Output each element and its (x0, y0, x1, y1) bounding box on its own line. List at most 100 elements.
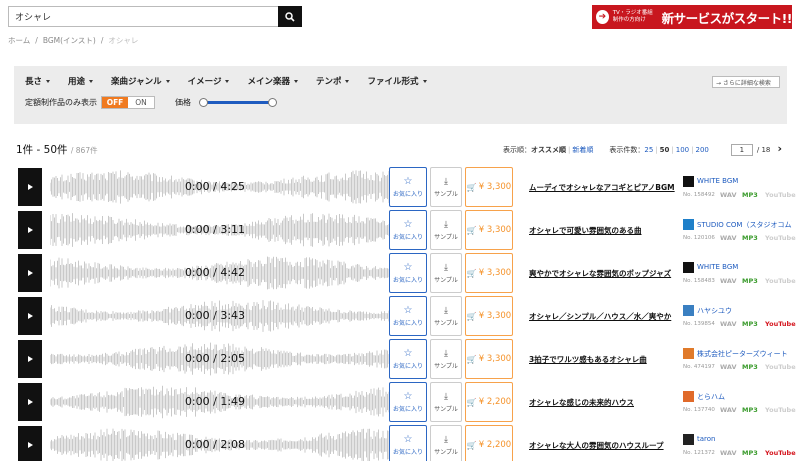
banner-title: 新サービスがスタート!! (661, 10, 793, 26)
search-input[interactable] (8, 6, 278, 27)
count-25[interactable]: 25 (644, 146, 653, 154)
track-time: 0:00 / 2:08 (184, 438, 246, 451)
filter-genre[interactable]: 楽曲ジャンル (111, 75, 170, 87)
track-number: No. 120106 (683, 235, 715, 241)
sample-download-button[interactable]: ⤓ サンプル (430, 382, 462, 422)
favorite-button[interactable]: ☆ お気に入り (389, 382, 427, 422)
format-mp3: MP3 (742, 277, 758, 285)
artist-name[interactable]: WHITE BGM (697, 177, 792, 185)
filter-file-format[interactable]: ファイル形式 (367, 75, 427, 87)
track-title[interactable]: ムーディでオシャレなアコギとピアノBGM (529, 182, 675, 193)
banner-line1: TV・ラジオ番組 (612, 10, 653, 16)
price-slider[interactable] (199, 97, 277, 108)
favorite-button[interactable]: ☆ お気に入り (389, 339, 427, 379)
price-cart-button[interactable]: 🛒 ¥ 2,200 (465, 382, 513, 422)
price-cart-button[interactable]: 🛒 ¥ 3,300 (465, 296, 513, 336)
track-title[interactable]: 爽やかでオシャレな雰囲気のポップジャズ (529, 268, 671, 279)
play-button[interactable] (18, 383, 42, 421)
next-page-icon[interactable]: › (777, 142, 782, 155)
sample-download-button[interactable]: ⤓ サンプル (430, 296, 462, 336)
slider-track (203, 100, 273, 104)
toggle-off[interactable]: OFF (102, 97, 128, 108)
sample-download-button[interactable]: ⤓ サンプル (430, 253, 462, 293)
promo-banner[interactable]: ➔ TV・ラジオ番組 制作の方向け 新サービスがスタート!! (592, 5, 793, 29)
sample-download-button[interactable]: ⤓ サンプル (430, 167, 462, 207)
artist-name[interactable]: ハヤシユウ (697, 306, 792, 316)
sample-download-button[interactable]: ⤓ サンプル (430, 339, 462, 379)
track-title[interactable]: オシャレ／シンプル／ハウス／水／爽やか (529, 311, 671, 322)
results-total: / 867件 (70, 146, 98, 155)
format-wav: WAV (720, 320, 737, 328)
artist-name[interactable]: 株式会社ピーターズウィート (697, 349, 792, 359)
track-row: 0:00 / 2:08 ☆ お気に入り ⤓ サンプル 🛒 ¥ 2,200 オシャレな大… (18, 425, 796, 461)
format-youtube: YouTube (765, 191, 796, 199)
play-icon (27, 356, 33, 362)
filter-instrument[interactable]: メイン楽器 (247, 75, 298, 87)
sample-download-button[interactable]: ⤓ サンプル (430, 425, 462, 461)
favorite-button[interactable]: ☆ お気に入り (389, 425, 427, 461)
artist-name[interactable]: taron (697, 435, 792, 443)
format-mp3: MP3 (742, 320, 758, 328)
filter-label: 用途 (68, 77, 86, 87)
cart-icon: 🛒 (466, 354, 477, 364)
count-100[interactable]: 100 (676, 146, 689, 154)
fixed-plan-toggle[interactable]: OFF ON (101, 96, 155, 109)
sort-recommended[interactable]: オススメ順 (531, 145, 566, 155)
price-cart-button[interactable]: 🛒 ¥ 2,200 (465, 425, 513, 461)
star-icon: ☆ (403, 219, 413, 230)
format-wav: WAV (720, 277, 737, 285)
price-cart-button[interactable]: 🛒 ¥ 3,300 (465, 253, 513, 293)
count-sep: | (691, 146, 694, 154)
artist-name[interactable]: STUDIO COM（スタジオコム） (697, 220, 792, 230)
track-title[interactable]: オシャレな大人の雰囲気のハウスループ (529, 440, 664, 451)
detail-search-button[interactable]: → さらに詳細な検索 (712, 76, 780, 88)
price-cart-button[interactable]: 🛒 ¥ 3,300 (465, 167, 513, 207)
track-title[interactable]: オシャレで可愛い雰囲気のある曲 (529, 225, 642, 236)
cart-icon: 🛒 (466, 397, 477, 407)
count-200[interactable]: 200 (695, 146, 708, 154)
sample-label: サンプル (434, 448, 458, 456)
breadcrumb-home[interactable]: ホーム (8, 36, 30, 45)
favorite-button[interactable]: ☆ お気に入り (389, 296, 427, 336)
favorite-button[interactable]: ☆ お気に入り (389, 253, 427, 293)
play-button[interactable] (18, 168, 42, 206)
banner-subtext: TV・ラジオ番組 制作の方向け (613, 10, 662, 24)
play-button[interactable] (18, 426, 42, 461)
sample-label: サンプル (434, 190, 458, 198)
format-mp3: MP3 (742, 363, 758, 371)
price-value: ¥ 3,300 (478, 311, 512, 321)
track-time: 0:00 / 3:43 (184, 309, 246, 322)
favorite-label: お気に入り (392, 449, 423, 456)
favorite-button[interactable]: ☆ お気に入り (389, 167, 427, 207)
star-icon: ☆ (403, 176, 413, 187)
slider-handle-min[interactable] (199, 97, 208, 107)
sample-download-button[interactable]: ⤓ サンプル (430, 210, 462, 250)
filter-usage[interactable]: 用途 (68, 75, 94, 87)
artist-name[interactable]: WHITE BGM (697, 263, 792, 271)
format-youtube: YouTube (765, 234, 796, 242)
play-button[interactable] (18, 211, 42, 249)
filter-label: 長さ (25, 77, 43, 87)
play-icon (27, 270, 33, 276)
track-title[interactable]: オシャレな感じの未来的ハウス (529, 397, 634, 408)
artist-name[interactable]: とらハム (697, 392, 792, 402)
filter-tempo[interactable]: テンポ (316, 75, 350, 87)
play-button[interactable] (18, 340, 42, 378)
filter-image[interactable]: イメージ (188, 75, 230, 87)
track-number: No. 137740 (683, 407, 715, 413)
price-cart-button[interactable]: 🛒 ¥ 3,300 (465, 339, 513, 379)
page-input[interactable]: 1 (730, 144, 753, 156)
track-title[interactable]: 3拍子でワルツ感もあるオシャレ曲 (529, 354, 647, 365)
count-50[interactable]: 50 (660, 146, 670, 154)
slider-handle-max[interactable] (268, 97, 277, 107)
play-button[interactable] (18, 297, 42, 335)
breadcrumb-category[interactable]: BGM(インスト) (43, 36, 96, 45)
toggle-on[interactable]: ON (128, 97, 154, 108)
play-button[interactable] (18, 254, 42, 292)
price-cart-button[interactable]: 🛒 ¥ 3,300 (465, 210, 513, 250)
filter-length[interactable]: 長さ (25, 75, 51, 87)
sort-newest[interactable]: 新着順 (572, 145, 593, 155)
artist-logo-icon (683, 348, 694, 359)
favorite-button[interactable]: ☆ お気に入り (389, 210, 427, 250)
search-button[interactable] (278, 6, 302, 27)
